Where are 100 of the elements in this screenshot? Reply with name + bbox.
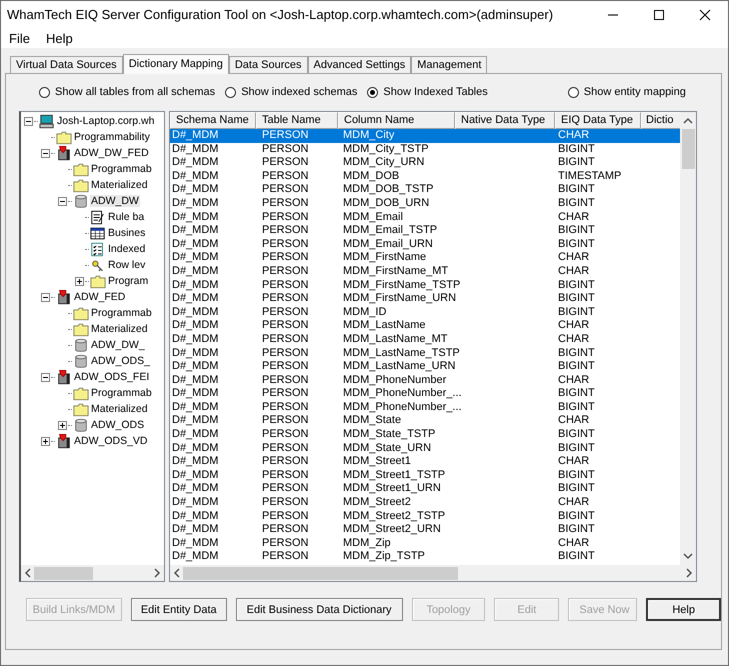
scrollbar-thumb[interactable] xyxy=(183,566,458,580)
scroll-left-icon[interactable] xyxy=(173,568,181,578)
menu-item[interactable]: File xyxy=(9,30,30,46)
column-header[interactable]: EIQ Data Type xyxy=(555,112,641,129)
column-header[interactable]: Column Name xyxy=(338,112,455,129)
table-cell: PERSON xyxy=(262,510,308,522)
radio-option[interactable]: Show all tables from all schemas xyxy=(39,83,216,101)
column-header[interactable]: Dictio xyxy=(641,112,680,129)
table-cell: BIGINT xyxy=(558,238,595,250)
table-cell: MDM_City_TSTP xyxy=(343,142,429,155)
column-header[interactable]: Table Name xyxy=(256,112,338,129)
table-cell: BIGINT xyxy=(558,400,595,413)
horizontal-scrollbar[interactable] xyxy=(170,565,696,581)
expander-icon[interactable] xyxy=(41,292,50,302)
expander-icon[interactable] xyxy=(24,116,33,126)
tree-item[interactable]: Rule ba xyxy=(107,211,146,223)
table-cell: PERSON xyxy=(262,496,308,508)
menu-item[interactable]: Help xyxy=(46,30,73,46)
selected-row[interactable]: D#_MDM PERSON MDM_City CHAR xyxy=(170,129,680,143)
tree-item[interactable]: ADW_ODS_ xyxy=(90,355,151,367)
table-cell: PERSON xyxy=(262,550,308,562)
table-cell: PERSON xyxy=(262,442,308,454)
table-cell: MDM_State_URN xyxy=(343,442,432,454)
scroll-left-icon[interactable] xyxy=(24,568,32,578)
radio-option[interactable]: Show entity mapping xyxy=(568,83,686,101)
tree-item[interactable]: Program xyxy=(107,275,150,287)
tree-item[interactable]: Programmab xyxy=(90,387,153,399)
table-cell: CHAR xyxy=(558,319,590,332)
table-cell: D#_MDM xyxy=(172,442,218,454)
tree-item[interactable]: Programmability xyxy=(73,131,151,143)
table-cell: BIGINT xyxy=(558,292,595,304)
scroll-right-icon[interactable] xyxy=(153,568,161,578)
tab[interactable]: Dictionary Mapping xyxy=(122,54,229,74)
tree-item[interactable]: ADW_DW_FED xyxy=(73,147,150,159)
table-cell: BIGINT xyxy=(558,196,595,209)
tree-item[interactable]: ADW_FED xyxy=(73,291,126,303)
table-cell: D#_MDM xyxy=(172,346,218,358)
table-cell: BIGINT xyxy=(558,156,595,168)
table-cell: CHAR xyxy=(558,536,590,549)
table-cell: D#_MDM xyxy=(172,550,218,562)
scroll-down-icon[interactable] xyxy=(683,552,693,560)
folder-icon xyxy=(73,402,89,416)
table-cell: PERSON xyxy=(262,142,308,155)
column-header[interactable]: Schema Name xyxy=(170,112,256,129)
table-cell: D#_MDM xyxy=(172,536,218,549)
table-cell: D#_MDM xyxy=(172,210,218,223)
tree-item[interactable]: Busines xyxy=(107,227,146,239)
tree-item[interactable]: Row lev xyxy=(107,259,146,271)
tree-item[interactable]: Materialized xyxy=(90,179,149,191)
tree-item[interactable]: Materialized xyxy=(90,403,149,415)
scrollbar-thumb[interactable] xyxy=(34,566,92,580)
dialog-button[interactable]: Edit Business Data Dictionary xyxy=(236,598,403,621)
table-cell: MDM_Street1 xyxy=(343,455,411,468)
table-cell: MDM_Street1_URN xyxy=(343,482,441,494)
expander-icon[interactable] xyxy=(41,372,50,382)
table-cell: PERSON xyxy=(262,332,308,345)
expander-icon[interactable] xyxy=(58,196,67,206)
scroll-up-icon[interactable] xyxy=(683,117,693,125)
tab[interactable]: Management xyxy=(411,56,488,73)
folder-icon xyxy=(56,130,72,144)
table-cell: BIGINT xyxy=(558,224,595,236)
maximize-icon[interactable] xyxy=(653,8,665,20)
table-cell: MDM_FirstName_MT xyxy=(343,264,448,277)
table-cell: PERSON xyxy=(262,224,308,236)
vertical-scrollbar[interactable] xyxy=(680,112,696,565)
column-header[interactable]: Native Data Type xyxy=(455,112,555,129)
radio-option[interactable]: Show indexed schemas xyxy=(225,83,358,101)
expander-icon[interactable] xyxy=(41,148,50,158)
table-cell: PERSON xyxy=(262,482,308,494)
tree-item[interactable]: Programmab xyxy=(90,307,153,319)
close-icon[interactable] xyxy=(699,8,711,20)
expander-icon[interactable] xyxy=(75,276,84,286)
tree-item[interactable]: ADW_DW_ xyxy=(90,339,146,351)
tab[interactable]: Virtual Data Sources xyxy=(10,56,123,73)
horizontal-scrollbar[interactable] xyxy=(21,565,164,581)
tree-item[interactable]: ADW_ODS_FEI xyxy=(73,371,150,383)
tree-item[interactable]: Materialized xyxy=(90,323,149,335)
table-cell: PERSON xyxy=(262,374,308,386)
tab[interactable]: Advanced Settings xyxy=(308,56,412,73)
table-cell: MDM_FirstName_TSTP xyxy=(343,278,460,291)
tree-item[interactable]: ADW_ODS xyxy=(90,419,146,431)
radio-option[interactable]: Show Indexed Tables xyxy=(367,83,488,101)
tab[interactable]: Data Sources xyxy=(228,56,308,73)
table-cell: PERSON xyxy=(262,455,308,468)
tree-item[interactable]: Programmab xyxy=(90,163,153,175)
table-cell: D#_MDM xyxy=(172,319,218,332)
scroll-right-icon[interactable] xyxy=(685,568,693,578)
tree-item[interactable]: Josh-Laptop.corp.wh xyxy=(56,115,156,127)
dialog-button[interactable]: Edit Entity Data xyxy=(130,598,227,621)
database-icon xyxy=(73,418,89,432)
scrollbar-thumb[interactable] xyxy=(682,129,694,169)
tree-item[interactable]: ADW_DW xyxy=(90,195,140,207)
table-cell: MDM_City_URN xyxy=(343,156,424,168)
expander-icon[interactable] xyxy=(41,436,50,446)
tree-item[interactable]: ADW_ODS_VD xyxy=(73,435,149,447)
expander-icon[interactable] xyxy=(58,420,67,430)
server-icon xyxy=(56,434,72,448)
tree-item[interactable]: Indexed xyxy=(107,243,146,255)
dialog-button[interactable]: Help xyxy=(646,598,721,621)
table-cell: PERSON xyxy=(262,387,308,400)
